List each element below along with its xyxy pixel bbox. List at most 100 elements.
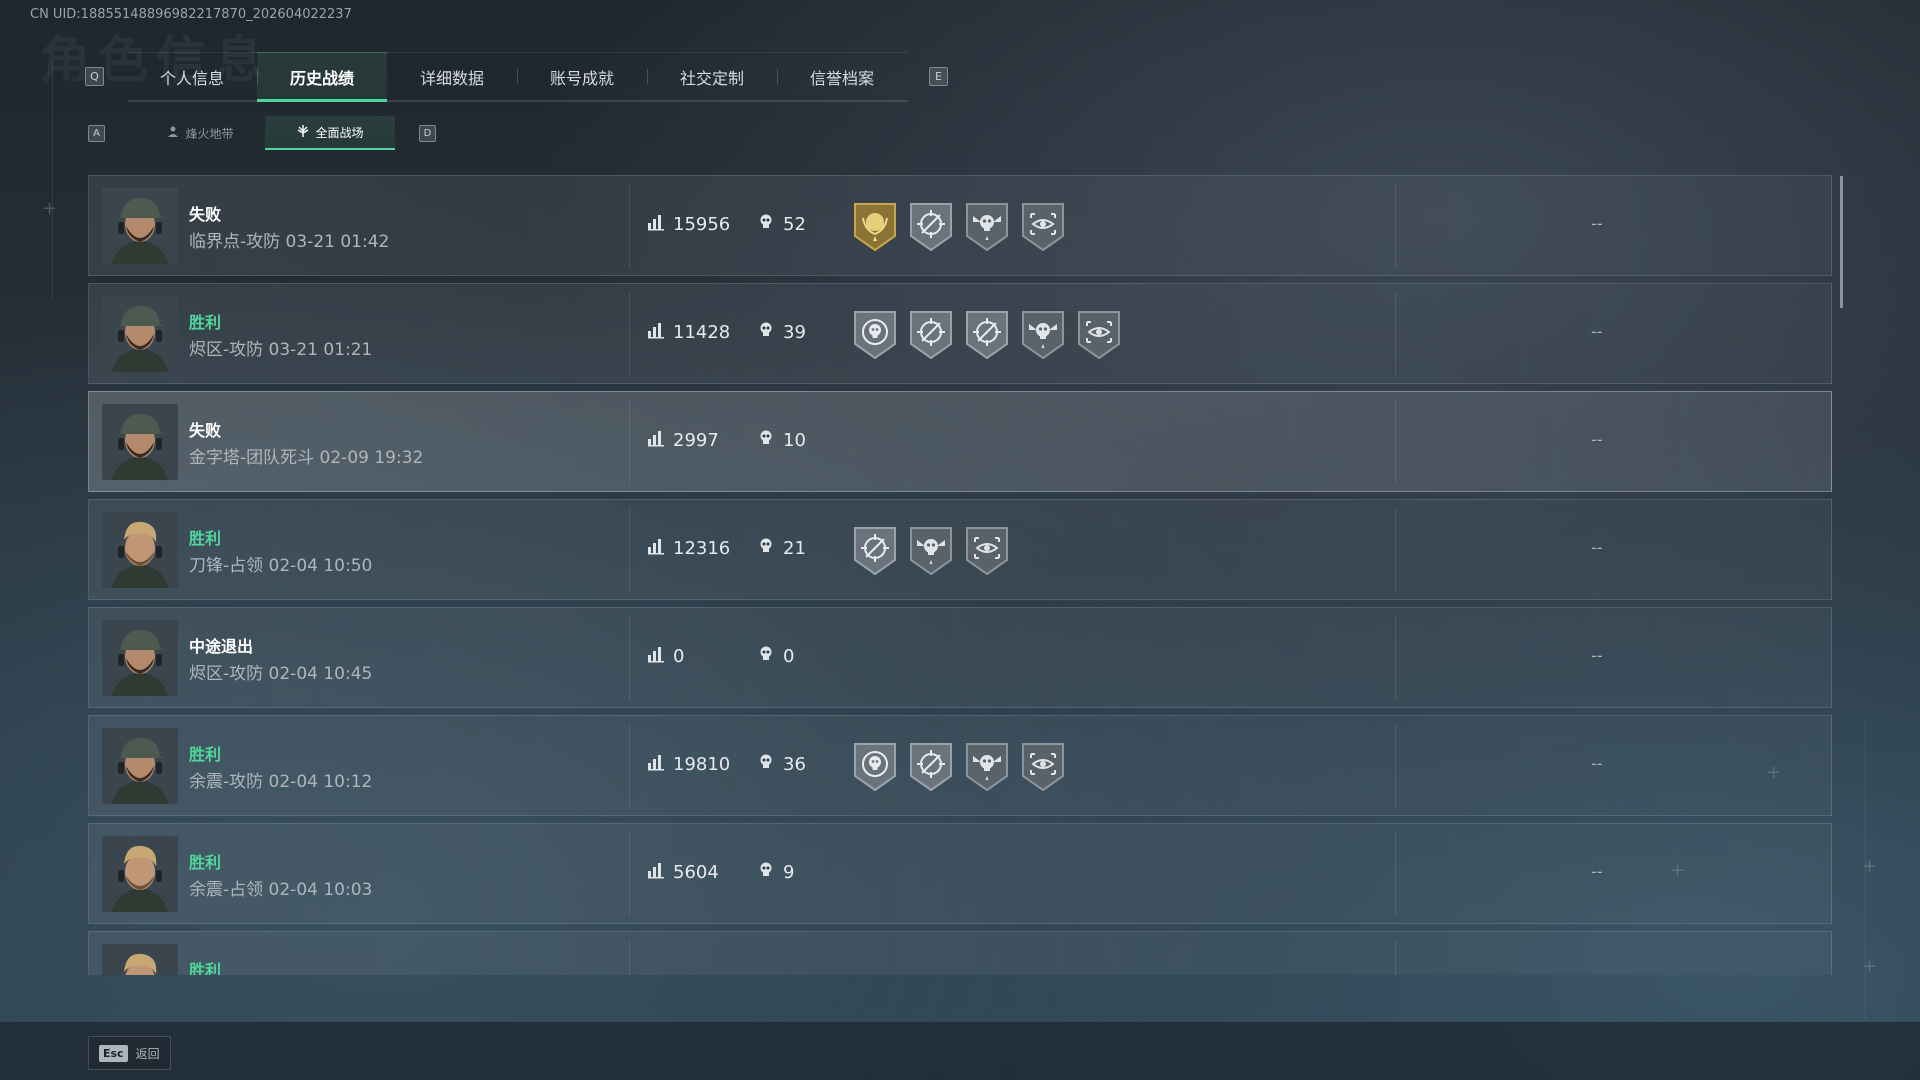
crosshair-medal[interactable] — [963, 308, 1011, 362]
score-stat: 2997 — [647, 429, 719, 452]
score-icon — [647, 321, 665, 344]
mode-subtabs: A 烽火地带 全面战场 D — [88, 116, 436, 150]
column-divider — [1395, 400, 1396, 484]
skull-wings-medal[interactable] — [907, 524, 955, 578]
next-tab-key[interactable]: E — [929, 67, 948, 86]
medal-list — [851, 740, 1067, 794]
match-map-mode: 烬区-攻防 — [189, 664, 264, 684]
operator-icon — [166, 125, 180, 142]
tab-personal-info[interactable]: 个人信息 — [127, 52, 257, 101]
medal-list — [851, 308, 1123, 362]
column-divider — [629, 400, 630, 484]
decor-line — [52, 60, 53, 300]
match-row[interactable]: 胜利 刀锋-占领 02-04 10:50 12316 21 -- — [88, 499, 1832, 600]
column-divider — [1395, 616, 1396, 700]
kills-stat: 10 — [757, 429, 806, 452]
eye-target-medal[interactable] — [1019, 740, 1067, 794]
match-row[interactable]: 失败 金字塔-团队死斗 02-09 19:32 2997 10 -- — [88, 391, 1832, 492]
extra-info: -- — [1591, 538, 1603, 557]
tab-credit-record[interactable]: 信誉档案 — [777, 52, 907, 101]
match-row[interactable]: 胜利 余震-占领 02-04 10:03 5604 9 -- — [88, 823, 1832, 924]
list-scrollbar[interactable] — [1840, 176, 1843, 308]
match-map-mode: 临界点-攻防 — [189, 232, 281, 252]
subtab-battlefield[interactable]: 全面战场 — [265, 116, 395, 150]
kills-stat: 52 — [757, 213, 806, 236]
skull-target-medal[interactable] — [851, 740, 899, 794]
tab-match-history[interactable]: 历史战绩 — [257, 52, 387, 102]
match-time: 02-04 10:50 — [268, 556, 373, 576]
subtab-battlefield-label: 全面战场 — [315, 125, 364, 140]
prev-subtab-key[interactable]: A — [88, 124, 105, 142]
gold-laurel-medal[interactable] — [851, 200, 899, 254]
eye-target-medal[interactable] — [1019, 200, 1067, 254]
match-result: 胜利 — [189, 745, 222, 764]
match-result: 胜利 — [189, 313, 222, 332]
operator-avatar — [102, 188, 178, 264]
match-map-time: 刀锋-占领 02-04 10:50 — [189, 551, 372, 576]
match-row[interactable]: 中途退出烬区-攻防 02-04 10:45 0 0 -- — [88, 607, 1832, 708]
match-row[interactable]: 失败 临界点-攻防 03-21 01:42 15956 52 -- — [88, 175, 1832, 276]
crosshair-medal[interactable] — [907, 200, 955, 254]
decor-plus: + — [42, 198, 58, 219]
crosshair-medal[interactable] — [851, 524, 899, 578]
medal-list — [851, 524, 1011, 578]
subtab-operations[interactable]: 烽火地带 — [135, 116, 265, 150]
score-stat: 11428 — [647, 321, 730, 344]
tab-social-custom[interactable]: 社交定制 — [647, 52, 777, 101]
column-divider — [1395, 724, 1396, 808]
crosshair-medal[interactable] — [907, 308, 955, 362]
extra-info: -- — [1591, 322, 1603, 341]
kill-icon — [757, 213, 775, 236]
skull-wings-medal[interactable] — [963, 740, 1011, 794]
match-history-list: 失败 临界点-攻防 03-21 01:42 15956 52 -- 胜利 烬区-攻防 03-… — [88, 175, 1832, 975]
crosshair-medal[interactable] — [907, 740, 955, 794]
column-divider — [629, 832, 630, 916]
column-divider — [629, 940, 630, 975]
extra-info: -- — [1591, 646, 1603, 665]
score-icon — [647, 213, 665, 236]
kill-icon — [757, 429, 775, 452]
kills-stat: 0 — [757, 645, 794, 668]
match-row[interactable]: 胜利 — [88, 931, 1832, 975]
operator-avatar — [102, 728, 178, 804]
operator-avatar — [102, 620, 178, 696]
extra-info: -- — [1591, 430, 1603, 449]
column-divider — [1395, 184, 1396, 268]
prev-tab-key[interactable]: Q — [85, 67, 104, 86]
esc-key: Esc — [99, 1044, 128, 1062]
operator-avatar — [102, 944, 178, 975]
column-divider — [629, 508, 630, 592]
skull-wings-medal[interactable] — [1019, 308, 1067, 362]
kill-icon — [757, 321, 775, 344]
operator-avatar — [102, 296, 178, 372]
main-tabs: Q 个人信息 历史战绩 详细数据 账号成就 社交定制 信誉档案 E — [85, 52, 948, 102]
score-value: 19810 — [673, 754, 731, 775]
eye-target-medal[interactable] — [963, 524, 1011, 578]
score-stat: 0 — [647, 645, 684, 668]
operator-avatar — [102, 404, 178, 480]
next-subtab-key[interactable]: D — [419, 124, 436, 142]
match-map-time: 金字塔-团队死斗 02-09 19:32 — [189, 443, 423, 468]
back-button[interactable]: Esc 返回 — [88, 1036, 171, 1070]
match-result: 中途退出 — [189, 637, 254, 656]
match-row[interactable]: 胜利 烬区-攻防 03-21 01:21 11428 39 -- — [88, 283, 1832, 384]
match-time: 02-04 10:12 — [268, 772, 373, 792]
match-map-time: 烬区-攻防 03-21 01:21 — [189, 335, 372, 360]
match-time: 02-09 19:32 — [319, 448, 424, 468]
match-result: 失败 — [189, 205, 222, 224]
match-map-time: 烬区-攻防 02-04 10:45 — [189, 659, 372, 684]
skull-wings-medal[interactable] — [963, 200, 1011, 254]
skull-target-medal[interactable] — [851, 308, 899, 362]
kill-icon — [757, 861, 775, 884]
eye-target-medal[interactable] — [1075, 308, 1123, 362]
extra-info: -- — [1591, 754, 1603, 773]
tab-achievements[interactable]: 账号成就 — [517, 52, 647, 101]
column-divider — [629, 724, 630, 808]
score-value: 15956 — [673, 214, 731, 235]
footer-bar — [0, 1022, 1920, 1080]
score-stat: 5604 — [647, 861, 719, 884]
decor-line — [1865, 720, 1866, 1020]
score-value: 11428 — [673, 322, 731, 343]
match-row[interactable]: 胜利 余震-攻防 02-04 10:12 19810 36 -- — [88, 715, 1832, 816]
tab-detailed-data[interactable]: 详细数据 — [387, 52, 517, 101]
